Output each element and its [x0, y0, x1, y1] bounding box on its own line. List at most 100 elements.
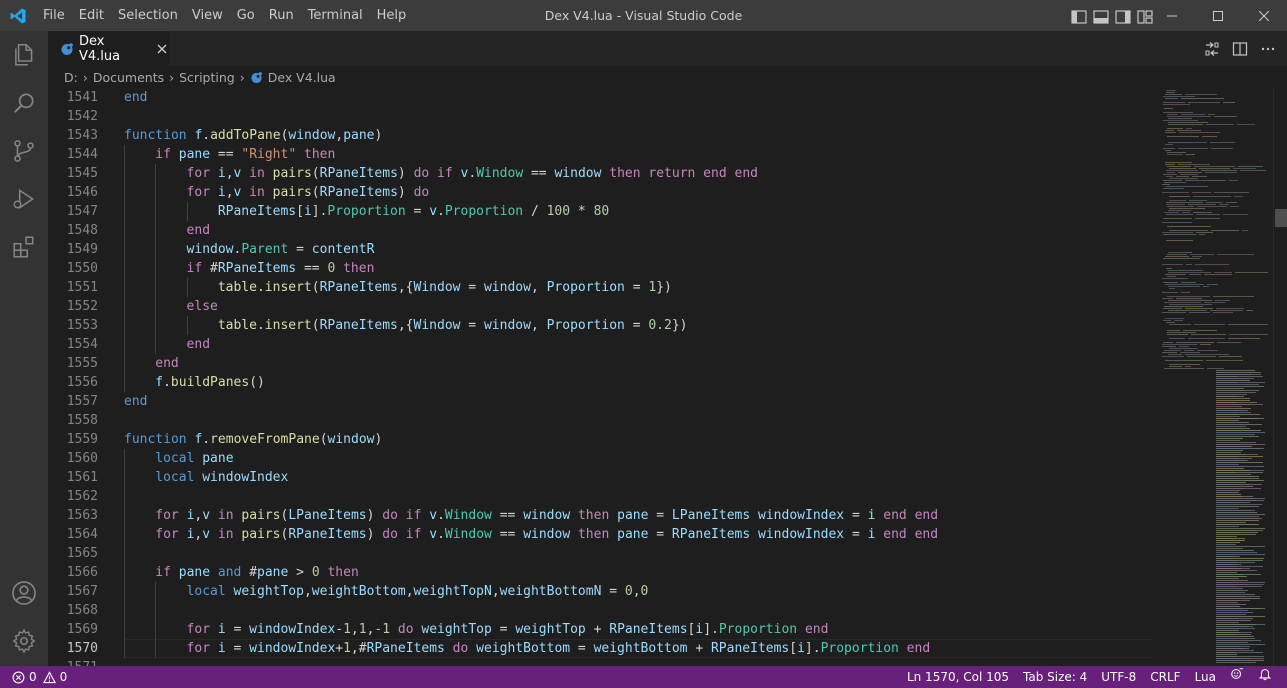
code-line[interactable]: 1556 f.buildPanes() — [48, 373, 1153, 392]
code-line[interactable]: 1566 if pane and #pane > 0 then — [48, 563, 1153, 582]
code-token: end end — [875, 508, 939, 523]
code-line[interactable]: 1560 local pane — [48, 449, 1153, 468]
cursor-position[interactable]: Ln 1570, Col 105 — [900, 666, 1016, 688]
encoding[interactable]: UTF-8 — [1094, 666, 1143, 688]
breadcrumb-item-scripting[interactable]: Scripting — [177, 70, 237, 85]
code-line[interactable]: 1544 if pane == "Right" then — [48, 145, 1153, 164]
code-line[interactable]: 1569 for i = windowIndex-1,1,-1 do weight… — [48, 620, 1153, 639]
minimap-line — [1216, 524, 1259, 525]
code-line[interactable]: 1545 for i,v in pairs(RPaneItems) do if v… — [48, 164, 1153, 183]
close-tab-icon[interactable] — [154, 41, 169, 57]
search-icon[interactable] — [0, 79, 48, 127]
code-token: 0 — [311, 565, 320, 580]
code-token: ) — [397, 185, 414, 200]
maximize-icon[interactable] — [1195, 0, 1241, 31]
minimap-line — [1216, 598, 1260, 599]
code-line[interactable]: 1547 RPaneItems[i].Proportion = v.Proport… — [48, 202, 1153, 221]
code-line[interactable]: 1555 end — [48, 354, 1153, 373]
minimap[interactable] — [1158, 88, 1273, 666]
code-line[interactable]: 1571 — [48, 658, 1153, 666]
feedback-icon[interactable] — [1223, 666, 1251, 688]
minimap-line — [1166, 170, 1198, 171]
editor-tab[interactable]: Dex V4.lua — [48, 31, 169, 66]
code-token: windowIndex — [758, 527, 845, 542]
menu-selection[interactable]: Selection — [111, 0, 185, 31]
menu-help[interactable]: Help — [370, 0, 414, 31]
toggle-primary-sidebar-icon[interactable] — [1071, 9, 1087, 24]
minimap-line — [1217, 254, 1254, 255]
minimap-line — [1169, 208, 1205, 209]
code-line[interactable]: 1541 end — [48, 88, 1153, 107]
code-line[interactable]: 1564 for i,v in pairs(RPaneItems) do if v… — [48, 525, 1153, 544]
menu-file[interactable]: File — [36, 0, 72, 31]
code-line[interactable]: 1563 for i,v in pairs(LPaneItems) do if v… — [48, 506, 1153, 525]
vertical-scrollbar[interactable] — [1273, 88, 1287, 666]
code-line[interactable]: 1548 end — [48, 221, 1153, 240]
tab-size[interactable]: Tab Size: 4 — [1016, 666, 1094, 688]
toggle-secondary-sidebar-icon[interactable] — [1115, 9, 1131, 24]
menu-view[interactable]: View — [185, 0, 230, 31]
vscode-logo-icon[interactable] — [0, 0, 36, 31]
breadcrumb-item-drive[interactable]: D: — [62, 70, 80, 85]
source-control-icon[interactable] — [0, 127, 48, 175]
code-line[interactable]: 1551 table.insert(RPaneItems,{Window = wi… — [48, 278, 1153, 297]
code-line[interactable]: 1543 function f.addToPane(window,pane) — [48, 126, 1153, 145]
more-actions-icon[interactable] — [1259, 40, 1277, 58]
code-token: Proportion — [546, 318, 625, 333]
toggle-panel-icon[interactable] — [1093, 9, 1109, 24]
code-token: for — [155, 527, 187, 542]
code-line[interactable]: 1562 — [48, 487, 1153, 506]
minimap-line — [1182, 212, 1190, 213]
code-line[interactable]: 1553 table.insert(RPaneItems,{Window = wi… — [48, 316, 1153, 335]
minimize-icon[interactable] — [1149, 0, 1195, 31]
run-debug-icon[interactable] — [0, 175, 48, 223]
code-token: pane — [343, 128, 375, 143]
minimap-line — [1167, 206, 1194, 207]
menu-go[interactable]: Go — [230, 0, 262, 31]
settings-gear-icon[interactable] — [0, 617, 48, 665]
code-line[interactable]: 1546 for i,v in pairs(RPaneItems) do — [48, 183, 1153, 202]
code-line[interactable]: 1568 — [48, 601, 1153, 620]
menu-terminal[interactable]: Terminal — [301, 0, 370, 31]
notifications-bell-icon[interactable] — [1251, 666, 1279, 688]
code-line[interactable]: 1567 local weightTop,weightBottom,weightT… — [48, 582, 1153, 601]
compare-changes-icon[interactable] — [1203, 40, 1221, 58]
code-token: / — [523, 204, 547, 219]
minimap-line — [1186, 128, 1192, 129]
end-of-line[interactable]: CRLF — [1143, 666, 1187, 688]
code-editor[interactable]: 1541 end 1542 1543 function f.addToPane(wind… — [48, 88, 1287, 666]
split-editor-icon[interactable] — [1231, 40, 1249, 58]
code-line[interactable]: 1557 end — [48, 392, 1153, 411]
minimap-line — [1163, 258, 1200, 259]
minimap-line — [1216, 526, 1239, 527]
code-token: weightBottom — [476, 641, 571, 656]
close-window-icon[interactable] — [1241, 0, 1287, 31]
minimap-line — [1185, 94, 1217, 95]
menu-run[interactable]: Run — [262, 0, 301, 31]
minimap-line — [1165, 130, 1174, 131]
breadcrumb-item-file[interactable]: Dex V4.lua — [248, 70, 336, 85]
code-line[interactable]: 1549 window.Parent = contentR — [48, 240, 1153, 259]
code-line[interactable]: 1542 — [48, 107, 1153, 126]
code-line[interactable]: 1558 — [48, 411, 1153, 430]
minimap-line — [1167, 136, 1199, 137]
breadcrumb-item-documents[interactable]: Documents — [91, 70, 166, 85]
extensions-icon[interactable] — [0, 223, 48, 271]
code-line[interactable]: 1561 local windowIndex — [48, 468, 1153, 487]
minimap-line — [1178, 164, 1210, 165]
code-line[interactable]: 1570 for i = windowIndex+1,#RPaneItems do… — [48, 639, 1153, 658]
language-mode[interactable]: Lua — [1188, 666, 1223, 688]
menu-edit[interactable]: Edit — [72, 0, 111, 31]
scrollbar-thumb[interactable] — [1275, 209, 1287, 227]
code-line[interactable]: 1559 function f.removeFromPane(window) — [48, 430, 1153, 449]
minimap-line — [1162, 352, 1177, 353]
code-line[interactable]: 1550 if #RPaneItems == 0 then — [48, 259, 1153, 278]
code-line[interactable]: 1552 else — [48, 297, 1153, 316]
files-icon[interactable] — [0, 31, 48, 79]
code-line[interactable]: 1554 end — [48, 335, 1153, 354]
problems-indicator[interactable]: 0 0 — [0, 666, 67, 688]
code-line[interactable]: 1565 — [48, 544, 1153, 563]
minimap-line — [1216, 394, 1247, 395]
code-token: weightTop — [515, 622, 586, 637]
account-icon[interactable] — [0, 569, 48, 617]
